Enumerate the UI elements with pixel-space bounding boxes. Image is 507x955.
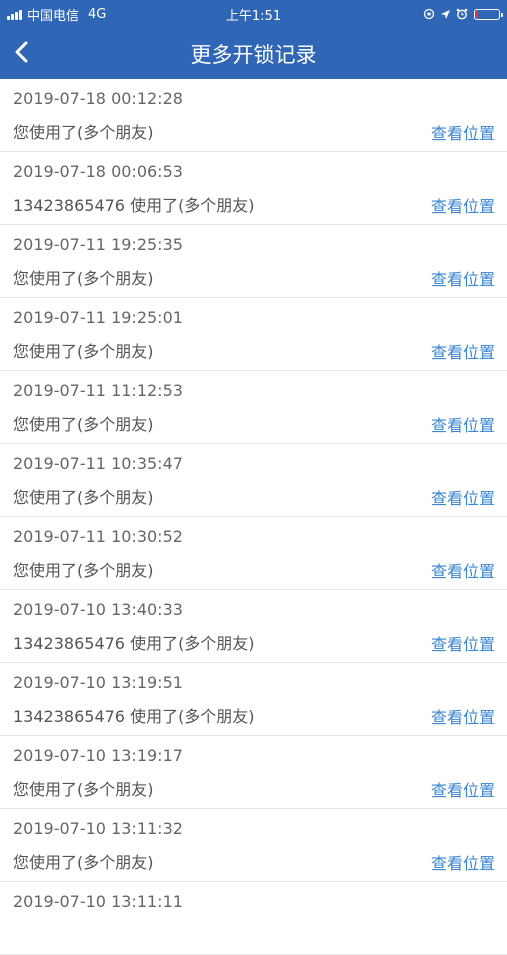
record-time: 2019-07-11 10:35:47: [13, 454, 183, 473]
record-time: 2019-07-11 11:12:53: [13, 381, 183, 400]
record-time: 2019-07-18 00:12:28: [13, 89, 183, 108]
record-time: 2019-07-11 19:25:01: [13, 308, 183, 327]
battery-level: [476, 10, 478, 18]
record-time: 2019-07-10 13:19:51: [13, 673, 183, 692]
record-row: 2019-07-10 13:19:17 您使用了(多个朋友) 查看位置: [0, 736, 507, 809]
page-title: 更多开锁记录: [190, 43, 317, 67]
record-description: 13423865476 使用了(多个朋友): [13, 196, 255, 215]
record-description: 您使用了(多个朋友): [13, 123, 154, 142]
battery-icon: [474, 8, 503, 20]
view-location-link[interactable]: 查看位置: [431, 412, 495, 436]
record-time: 2019-07-11 10:30:52: [13, 527, 183, 546]
record-row: 2019-07-11 10:35:47 您使用了(多个朋友) 查看位置: [0, 444, 507, 517]
record-time: 2019-07-10 13:19:17: [13, 746, 183, 765]
view-location-link[interactable]: 查看位置: [431, 850, 495, 874]
view-location-link[interactable]: 查看位置: [431, 558, 495, 582]
record-time: 2019-07-10 13:11:11: [13, 892, 183, 911]
record-row: 2019-07-11 11:12:53 您使用了(多个朋友) 查看位置: [0, 371, 507, 444]
record-description: 您使用了(多个朋友): [13, 342, 154, 361]
status-right: [418, 5, 503, 23]
battery-tip: [501, 12, 503, 17]
record-time: 2019-07-18 00:06:53: [13, 162, 183, 181]
app-header: 中国电信 4G 上午1:51 更多开锁记录: [0, 0, 507, 79]
record-row: 2019-07-10 13:40:33 13423865476 使用了(多个朋友)…: [0, 590, 507, 663]
nav-bar: 更多开锁记录: [0, 28, 507, 79]
record-row: 2019-07-11 10:30:52 您使用了(多个朋友) 查看位置: [0, 517, 507, 590]
record-row: 2019-07-10 13:11:32 您使用了(多个朋友) 查看位置: [0, 809, 507, 882]
record-row: 2019-07-11 19:25:01 您使用了(多个朋友) 查看位置: [0, 298, 507, 371]
record-description: 您使用了(多个朋友): [13, 415, 154, 434]
view-location-link[interactable]: 查看位置: [431, 120, 495, 144]
unlock-record-list: 2019-07-18 00:12:28 您使用了(多个朋友) 查看位置 2019-07…: [0, 79, 507, 955]
record-description: 13423865476 使用了(多个朋友): [13, 707, 255, 726]
record-description: 您使用了(多个朋友): [13, 853, 154, 872]
record-row: 2019-07-18 00:06:53 13423865476 使用了(多个朋友)…: [0, 152, 507, 225]
orientation-lock-icon: [423, 8, 435, 20]
view-location-link[interactable]: 查看位置: [431, 193, 495, 217]
record-row: 2019-07-10 13:11:11: [0, 882, 507, 955]
record-description: 13423865476 使用了(多个朋友): [13, 634, 255, 653]
record-row: 2019-07-11 19:25:35 您使用了(多个朋友) 查看位置: [0, 225, 507, 298]
view-location-link[interactable]: 查看位置: [431, 777, 495, 801]
record-description: 您使用了(多个朋友): [13, 269, 154, 288]
record-time: 2019-07-10 13:11:32: [13, 819, 183, 838]
location-arrow-icon: [440, 9, 451, 20]
view-location-link[interactable]: 查看位置: [431, 631, 495, 655]
view-location-link[interactable]: 查看位置: [431, 485, 495, 509]
record-time: 2019-07-10 13:40:33: [13, 600, 183, 619]
record-row: 2019-07-18 00:12:28 您使用了(多个朋友) 查看位置: [0, 79, 507, 152]
view-location-link[interactable]: 查看位置: [431, 339, 495, 363]
record-time: 2019-07-11 19:25:35: [13, 235, 183, 254]
record-description: 您使用了(多个朋友): [13, 561, 154, 580]
view-location-link[interactable]: 查看位置: [431, 266, 495, 290]
status-bar: 中国电信 4G 上午1:51: [0, 0, 507, 28]
record-description: 您使用了(多个朋友): [13, 780, 154, 799]
record-description: 您使用了(多个朋友): [13, 488, 154, 507]
alarm-icon: [456, 8, 468, 20]
record-row: 2019-07-10 13:19:51 13423865476 使用了(多个朋友)…: [0, 663, 507, 736]
view-location-link[interactable]: 查看位置: [431, 704, 495, 728]
